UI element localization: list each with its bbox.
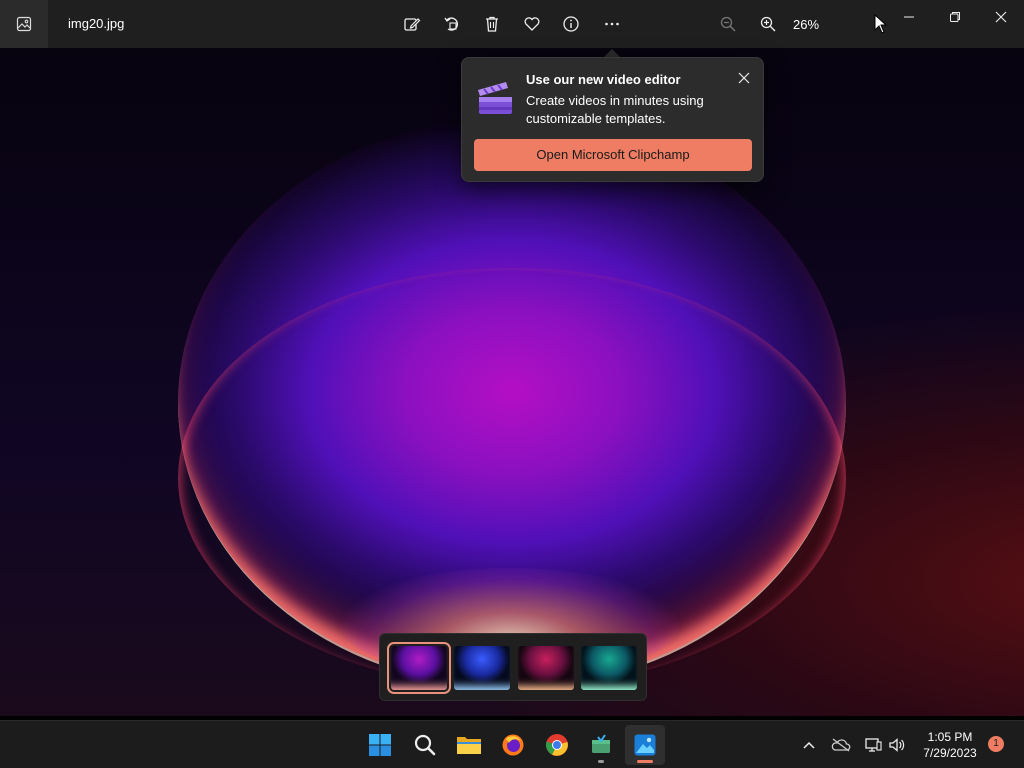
edit-image-icon[interactable] xyxy=(396,8,428,40)
taskbar: 1:05 PM 7/29/2023 xyxy=(0,720,1024,768)
chrome-icon[interactable] xyxy=(537,725,577,765)
more-options-icon[interactable] xyxy=(596,8,628,40)
search-icon[interactable] xyxy=(405,725,445,765)
zoom-out-icon[interactable] xyxy=(712,8,744,40)
photos-icon[interactable] xyxy=(625,725,665,765)
app-installer-indicator xyxy=(598,760,604,763)
network-icon[interactable] xyxy=(862,733,884,757)
system-clock[interactable]: 1:05 PM 7/29/2023 xyxy=(916,729,984,761)
zoom-level[interactable]: 26% xyxy=(793,17,819,32)
start-icon[interactable] xyxy=(360,725,400,765)
delete-icon[interactable] xyxy=(476,8,508,40)
photos-app-icon xyxy=(0,0,48,48)
thumbnail-1[interactable] xyxy=(387,642,451,694)
popup-title: Use our new video editor xyxy=(526,72,681,87)
app-installer-icon[interactable] xyxy=(581,725,621,765)
info-icon[interactable] xyxy=(555,8,587,40)
close-popup-icon[interactable] xyxy=(734,68,754,88)
thumbnail-4[interactable] xyxy=(581,646,637,690)
close-window-button[interactable] xyxy=(978,0,1024,34)
firefox-icon[interactable] xyxy=(493,725,533,765)
thumbnail-3[interactable] xyxy=(518,646,574,690)
volume-icon[interactable] xyxy=(886,733,908,757)
onedrive-icon[interactable] xyxy=(830,733,852,757)
minimize-button[interactable] xyxy=(886,0,932,34)
open-clipchamp-button[interactable]: Open Microsoft Clipchamp xyxy=(474,139,752,171)
notification-badge[interactable]: 1 xyxy=(988,736,1004,752)
filmstrip xyxy=(379,633,647,701)
chevron-up-icon[interactable] xyxy=(800,733,818,757)
favorite-icon[interactable] xyxy=(516,8,548,40)
zoom-in-icon[interactable] xyxy=(752,8,784,40)
clipchamp-popup: Use our new video editor Create videos i… xyxy=(461,57,764,182)
photos-active-indicator xyxy=(637,760,653,763)
file-name: img20.jpg xyxy=(68,16,125,31)
popup-arrow xyxy=(604,49,620,57)
clipchamp-icon xyxy=(476,80,514,121)
popup-body: Create videos in minutes using customiza… xyxy=(526,93,704,126)
file-explorer-icon[interactable] xyxy=(449,725,489,765)
thumbnail-2[interactable] xyxy=(454,646,510,690)
clock-date: 7/29/2023 xyxy=(923,746,977,760)
title-bar: img20.jpg 26% xyxy=(0,0,1024,48)
clock-time: 1:05 PM xyxy=(927,730,973,744)
rotate-icon[interactable] xyxy=(436,8,468,40)
restore-button[interactable] xyxy=(932,0,978,34)
